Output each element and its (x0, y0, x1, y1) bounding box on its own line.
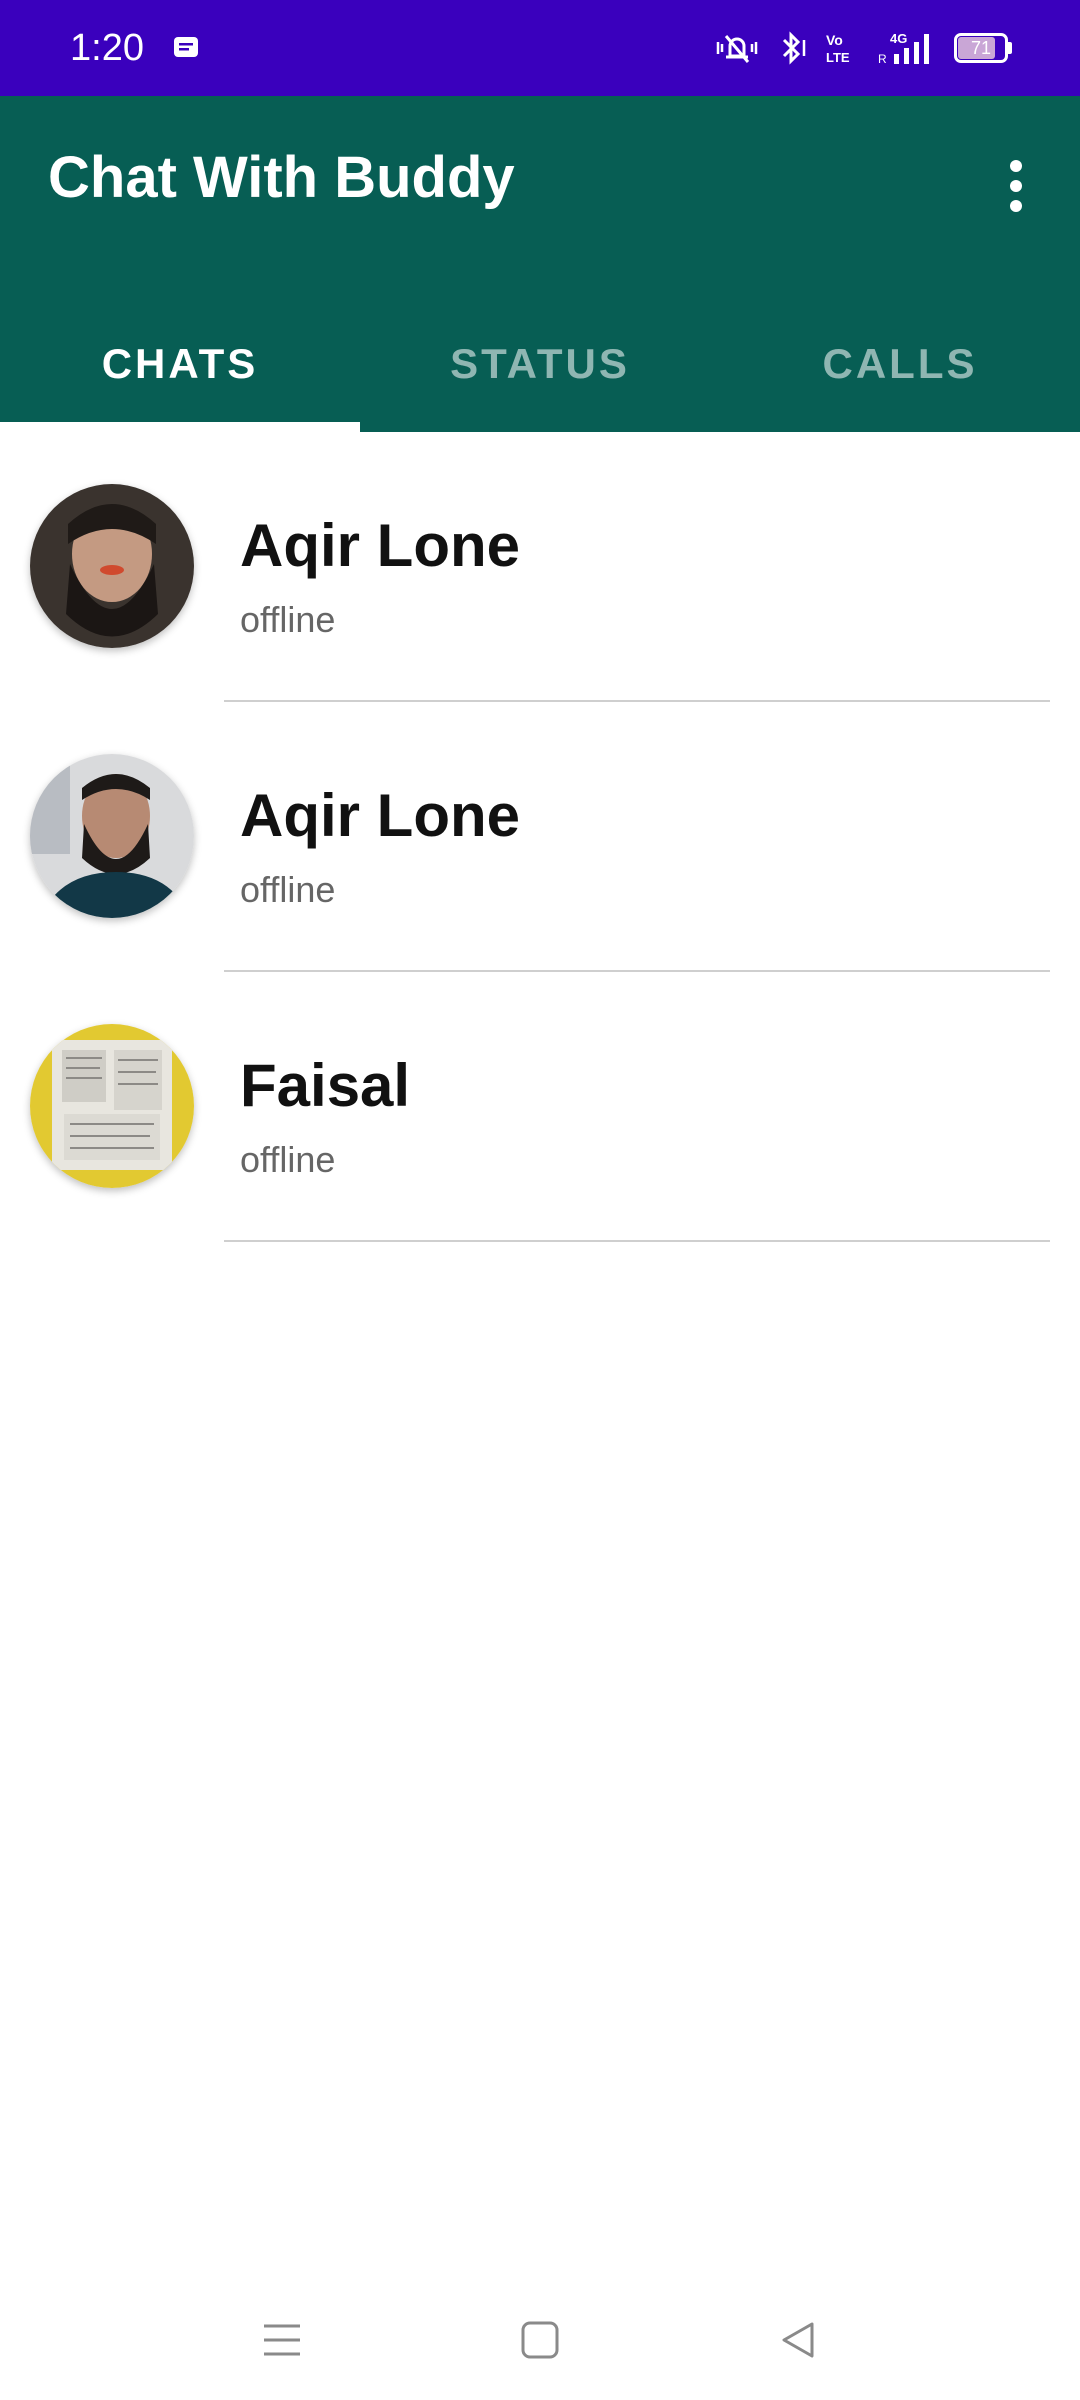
network-label: 4G (890, 31, 907, 46)
bluetooth-icon (782, 31, 806, 65)
app-bar: Chat With Buddy CHATS STATUS CALLS (0, 96, 1080, 432)
tab-status[interactable]: STATUS (360, 296, 720, 432)
chat-list: Aqir Lone offline Aqir Lone offline Fais… (0, 432, 1080, 1242)
chat-list-item[interactable]: Aqir Lone offline (0, 432, 1080, 702)
message-icon (174, 37, 198, 57)
chat-name: Aqir Lone (240, 512, 520, 579)
app-title: Chat With Buddy (48, 145, 515, 210)
divider (224, 1240, 1050, 1242)
recents-menu-icon[interactable] (252, 2310, 312, 2370)
avatar[interactable] (30, 1024, 194, 1188)
more-vert-icon[interactable] (976, 144, 1056, 228)
tab-calls[interactable]: CALLS (720, 296, 1080, 432)
chat-status: offline (240, 869, 336, 910)
chat-name: Faisal (240, 1052, 411, 1119)
chat-status: offline (240, 1139, 336, 1180)
chat-name: Aqir Lone (240, 782, 520, 849)
battery-level: 71 (970, 38, 992, 58)
back-icon[interactable] (768, 2310, 828, 2370)
svg-text:Vo: Vo (826, 32, 843, 48)
vibrate-mute-icon (716, 35, 758, 63)
chat-status: offline (240, 599, 336, 640)
chat-list-item[interactable]: Aqir Lone offline (0, 702, 1080, 972)
status-time: 1:20 (70, 27, 144, 69)
system-nav-bar (0, 2280, 1080, 2400)
chat-list-item[interactable]: Faisal offline (0, 972, 1080, 1242)
battery-icon: 71 (954, 33, 1012, 63)
svg-text:LTE: LTE (826, 50, 850, 65)
svg-text:R: R (878, 52, 887, 66)
volte-icon: Vo LTE (826, 32, 850, 65)
home-icon[interactable] (510, 2310, 570, 2370)
tab-bar: CHATS STATUS CALLS (0, 296, 1080, 432)
avatar[interactable] (30, 754, 194, 918)
status-bar: 1:20 Vo LTE 4G R 71 (0, 0, 1080, 96)
tab-chats[interactable]: CHATS (0, 296, 360, 432)
signal-icon: 4G R (878, 31, 929, 66)
avatar[interactable] (30, 484, 194, 648)
